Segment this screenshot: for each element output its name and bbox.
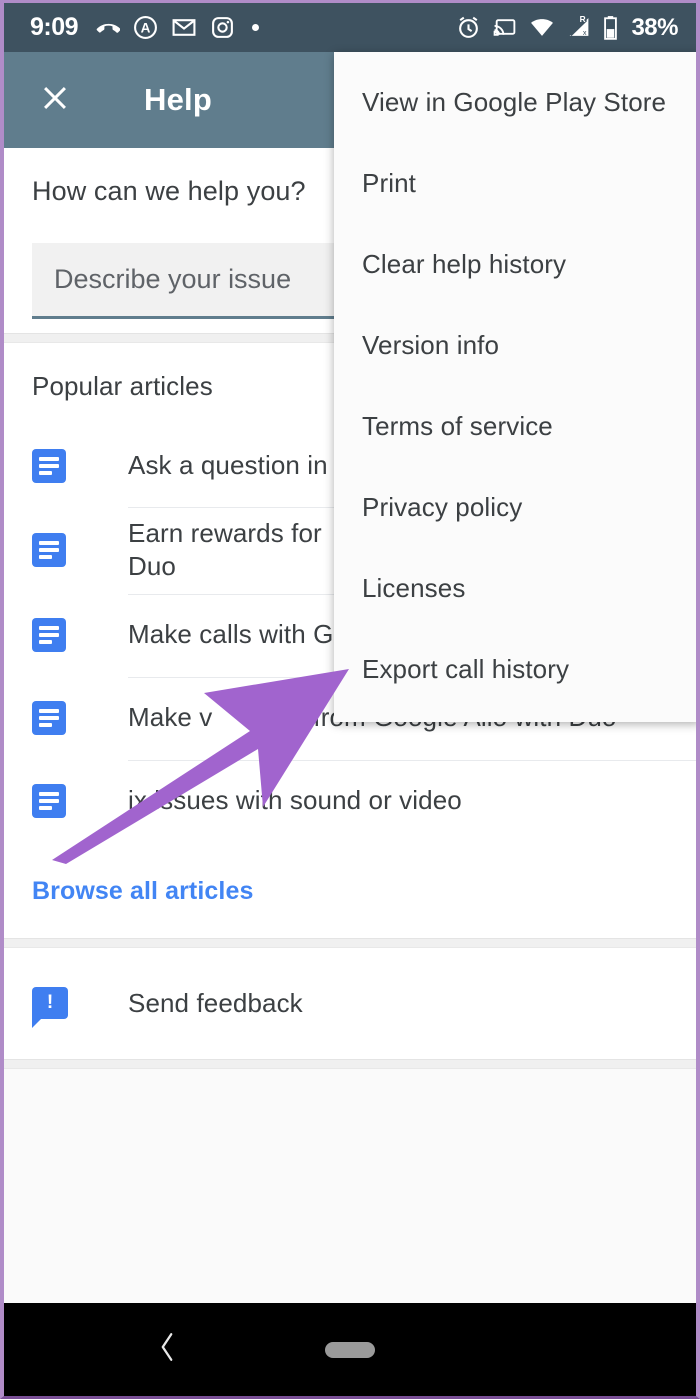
menu-item-print[interactable]: Print bbox=[334, 143, 696, 224]
menu-item-terms-of-service[interactable]: Terms of service bbox=[334, 386, 696, 467]
menu-item-clear-help-history[interactable]: Clear help history bbox=[334, 224, 696, 305]
gmail-icon bbox=[171, 15, 197, 40]
overflow-menu: View in Google Play Store Print Clear he… bbox=[334, 52, 696, 722]
close-button[interactable] bbox=[34, 79, 76, 121]
status-bar-left: 9:09 A bbox=[30, 13, 456, 42]
home-pill-icon[interactable] bbox=[325, 1341, 375, 1358]
page-title: Help bbox=[144, 82, 212, 117]
cellular-signal-roaming-icon: Rx bbox=[566, 14, 592, 40]
list-item-label: Earn rewards for Duo bbox=[128, 518, 322, 582]
article-icon bbox=[32, 784, 66, 819]
status-bar-right: Rx 38% bbox=[456, 14, 678, 42]
list-item-label: Ask a question in bbox=[128, 449, 328, 480]
menu-item-licenses[interactable]: Licenses bbox=[334, 548, 696, 629]
article-icon bbox=[32, 701, 66, 736]
svg-text:A: A bbox=[141, 21, 151, 36]
status-clock: 9:09 bbox=[30, 13, 79, 41]
adblock-icon: A bbox=[133, 15, 158, 40]
browse-all-articles-link[interactable]: Browse all articles bbox=[32, 877, 253, 905]
close-icon bbox=[38, 81, 72, 120]
menu-item-privacy-policy[interactable]: Privacy policy bbox=[334, 467, 696, 548]
cast-icon bbox=[492, 15, 518, 40]
list-item[interactable]: ix issues with sound or video bbox=[4, 759, 696, 843]
phone-screen: 9:09 A R x 38% Help How can we help you?… bbox=[0, 0, 700, 1399]
send-feedback-label: Send feedback bbox=[128, 987, 303, 1018]
send-feedback-row[interactable]: ! Send feedback bbox=[4, 947, 696, 1059]
article-icon bbox=[32, 448, 66, 483]
article-icon bbox=[32, 533, 66, 568]
navigation-bar bbox=[4, 1303, 696, 1396]
browse-all-articles-row[interactable]: Browse all articles bbox=[4, 842, 696, 938]
menu-item-export-call-history[interactable]: Export call history bbox=[334, 629, 696, 710]
menu-item-view-in-google-play-store[interactable]: View in Google Play Store bbox=[334, 62, 696, 143]
svg-text:x: x bbox=[583, 28, 587, 37]
battery-icon bbox=[603, 15, 618, 41]
battery-percent-label: 38% bbox=[631, 13, 678, 41]
instagram-icon bbox=[210, 15, 235, 40]
missed-call-icon bbox=[94, 15, 121, 41]
wifi-icon bbox=[529, 15, 555, 40]
status-bar: 9:09 A R x 38% bbox=[4, 3, 696, 52]
section-divider bbox=[4, 1058, 696, 1069]
notification-dot-icon bbox=[252, 24, 260, 31]
list-item-label: Make calls with G bbox=[128, 619, 334, 650]
article-icon bbox=[32, 618, 66, 653]
feedback-bubble-icon: ! bbox=[32, 987, 68, 1029]
section-divider bbox=[4, 937, 696, 948]
list-item-label: ix issues with sound or video bbox=[128, 785, 462, 816]
back-chevron-icon[interactable] bbox=[156, 1330, 178, 1370]
menu-item-version-info[interactable]: Version info bbox=[334, 305, 696, 386]
svg-text:R: R bbox=[580, 15, 586, 24]
alarm-icon bbox=[456, 15, 481, 40]
